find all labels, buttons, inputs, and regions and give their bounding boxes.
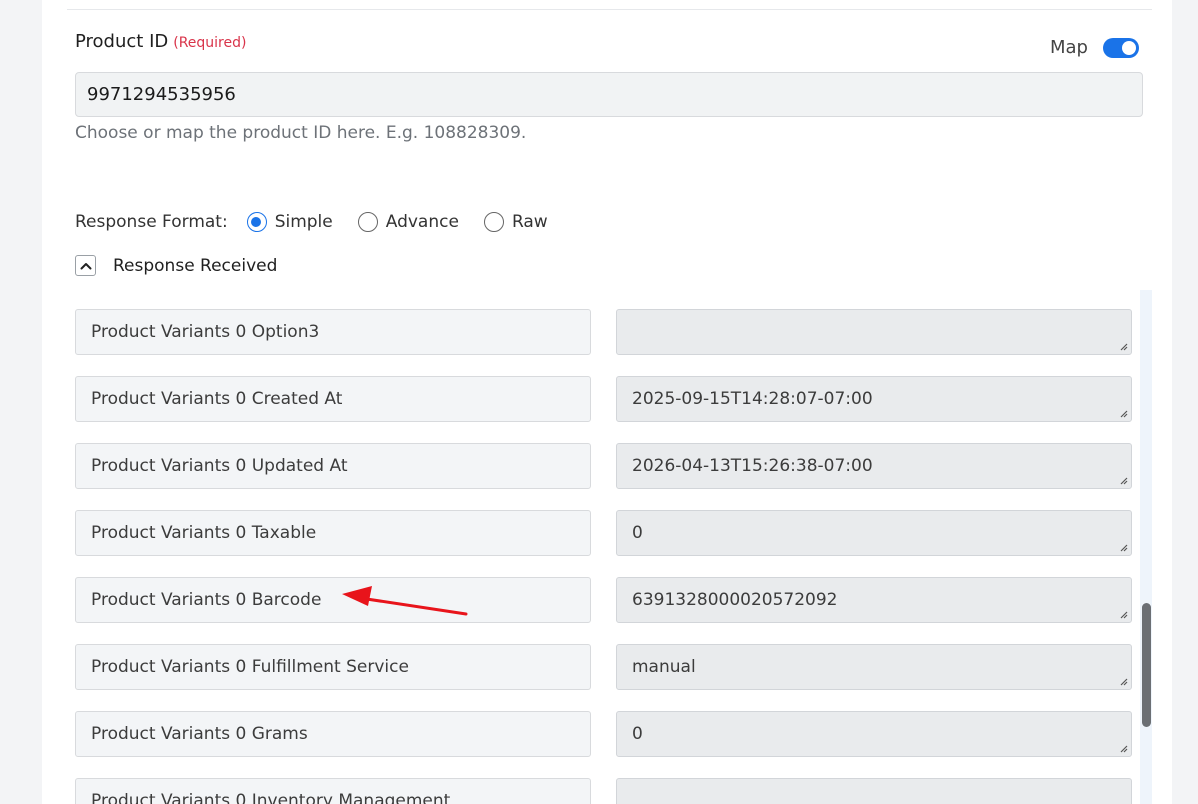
resize-grip-icon[interactable] xyxy=(1119,744,1128,753)
top-divider xyxy=(67,9,1152,10)
format-option-raw-label: Raw xyxy=(511,212,548,232)
response-value[interactable]: 2025-09-15T14:28:07-07:00 xyxy=(616,376,1132,422)
response-value[interactable] xyxy=(616,309,1132,355)
resize-grip-icon[interactable] xyxy=(1119,677,1128,686)
response-key: Product Variants 0 Inventory Management xyxy=(75,778,591,804)
response-key: Product Variants 0 Option3 xyxy=(75,309,591,355)
response-value[interactable]: 0 xyxy=(616,711,1132,757)
scrollbar-track[interactable] xyxy=(1140,290,1152,804)
response-value[interactable]: 6391328000020572092 xyxy=(616,577,1132,623)
response-key: Product Variants 0 Barcode xyxy=(75,577,591,623)
response-received-label: Response Received xyxy=(113,255,278,276)
map-toggle[interactable] xyxy=(1103,37,1139,58)
product-id-label: Product ID (Required) xyxy=(75,31,246,52)
response-row: Product Variants 0 Option3 xyxy=(75,309,1135,355)
response-row: Product Variants 0 Taxable 0 xyxy=(75,510,1135,556)
format-option-simple[interactable]: Simple xyxy=(246,212,333,232)
chevron-up-icon xyxy=(80,262,91,269)
response-value-text: manual xyxy=(632,657,696,677)
product-id-label-text: Product ID xyxy=(75,31,169,52)
response-row: Product Variants 0 Updated At 2026-04-13… xyxy=(75,443,1135,489)
format-option-simple-label: Simple xyxy=(274,212,333,232)
format-option-advance-label: Advance xyxy=(385,212,459,232)
response-value-text: 6391328000020572092 xyxy=(632,590,838,610)
response-row: Product Variants 0 Grams 0 xyxy=(75,711,1135,757)
response-row: Product Variants 0 Inventory Management xyxy=(75,778,1135,804)
response-row: Product Variants 0 Barcode 6391328000020… xyxy=(75,577,1135,623)
response-value[interactable]: 0 xyxy=(616,510,1132,556)
response-key: Product Variants 0 Updated At xyxy=(75,443,591,489)
response-row: Product Variants 0 Fulfillment Service m… xyxy=(75,644,1135,690)
resize-grip-icon[interactable] xyxy=(1119,610,1128,619)
product-id-input[interactable] xyxy=(75,72,1143,117)
collapse-toggle[interactable] xyxy=(75,255,96,276)
response-row: Product Variants 0 Created At 2025-09-15… xyxy=(75,376,1135,422)
radio-simple[interactable] xyxy=(246,212,267,232)
format-option-raw[interactable]: Raw xyxy=(483,212,548,232)
product-id-hint: Choose or map the product ID here. E.g. … xyxy=(75,123,527,143)
map-label: Map xyxy=(1050,37,1088,58)
response-value-text: 2025-09-15T14:28:07-07:00 xyxy=(632,389,873,409)
response-value[interactable] xyxy=(616,778,1132,804)
response-value[interactable]: manual xyxy=(616,644,1132,690)
format-option-advance[interactable]: Advance xyxy=(357,212,459,232)
resize-grip-icon[interactable] xyxy=(1119,543,1128,552)
response-value-text: 0 xyxy=(632,724,643,744)
response-value-text: 2026-04-13T15:26:38-07:00 xyxy=(632,456,873,476)
response-received-header[interactable]: Response Received xyxy=(75,255,277,276)
resize-grip-icon[interactable] xyxy=(1119,342,1128,351)
radio-raw[interactable] xyxy=(483,212,504,232)
radio-advance[interactable] xyxy=(357,212,378,232)
response-format-label: Response Format: xyxy=(75,212,228,232)
resize-grip-icon[interactable] xyxy=(1119,476,1128,485)
response-key: Product Variants 0 Created At xyxy=(75,376,591,422)
response-value[interactable]: 2026-04-13T15:26:38-07:00 xyxy=(616,443,1132,489)
scrollbar-thumb[interactable] xyxy=(1142,603,1151,727)
resize-grip-icon[interactable] xyxy=(1119,409,1128,418)
response-format-row: Response Format: Simple Advance Raw xyxy=(75,212,573,232)
map-control: Map xyxy=(1050,37,1139,58)
response-key: Product Variants 0 Fulfillment Service xyxy=(75,644,591,690)
response-key: Product Variants 0 Grams xyxy=(75,711,591,757)
form-panel: Product ID (Required) Map Choose or map … xyxy=(42,0,1172,804)
response-key: Product Variants 0 Taxable xyxy=(75,510,591,556)
required-badge: (Required) xyxy=(173,35,247,51)
response-value-text: 0 xyxy=(632,523,643,543)
